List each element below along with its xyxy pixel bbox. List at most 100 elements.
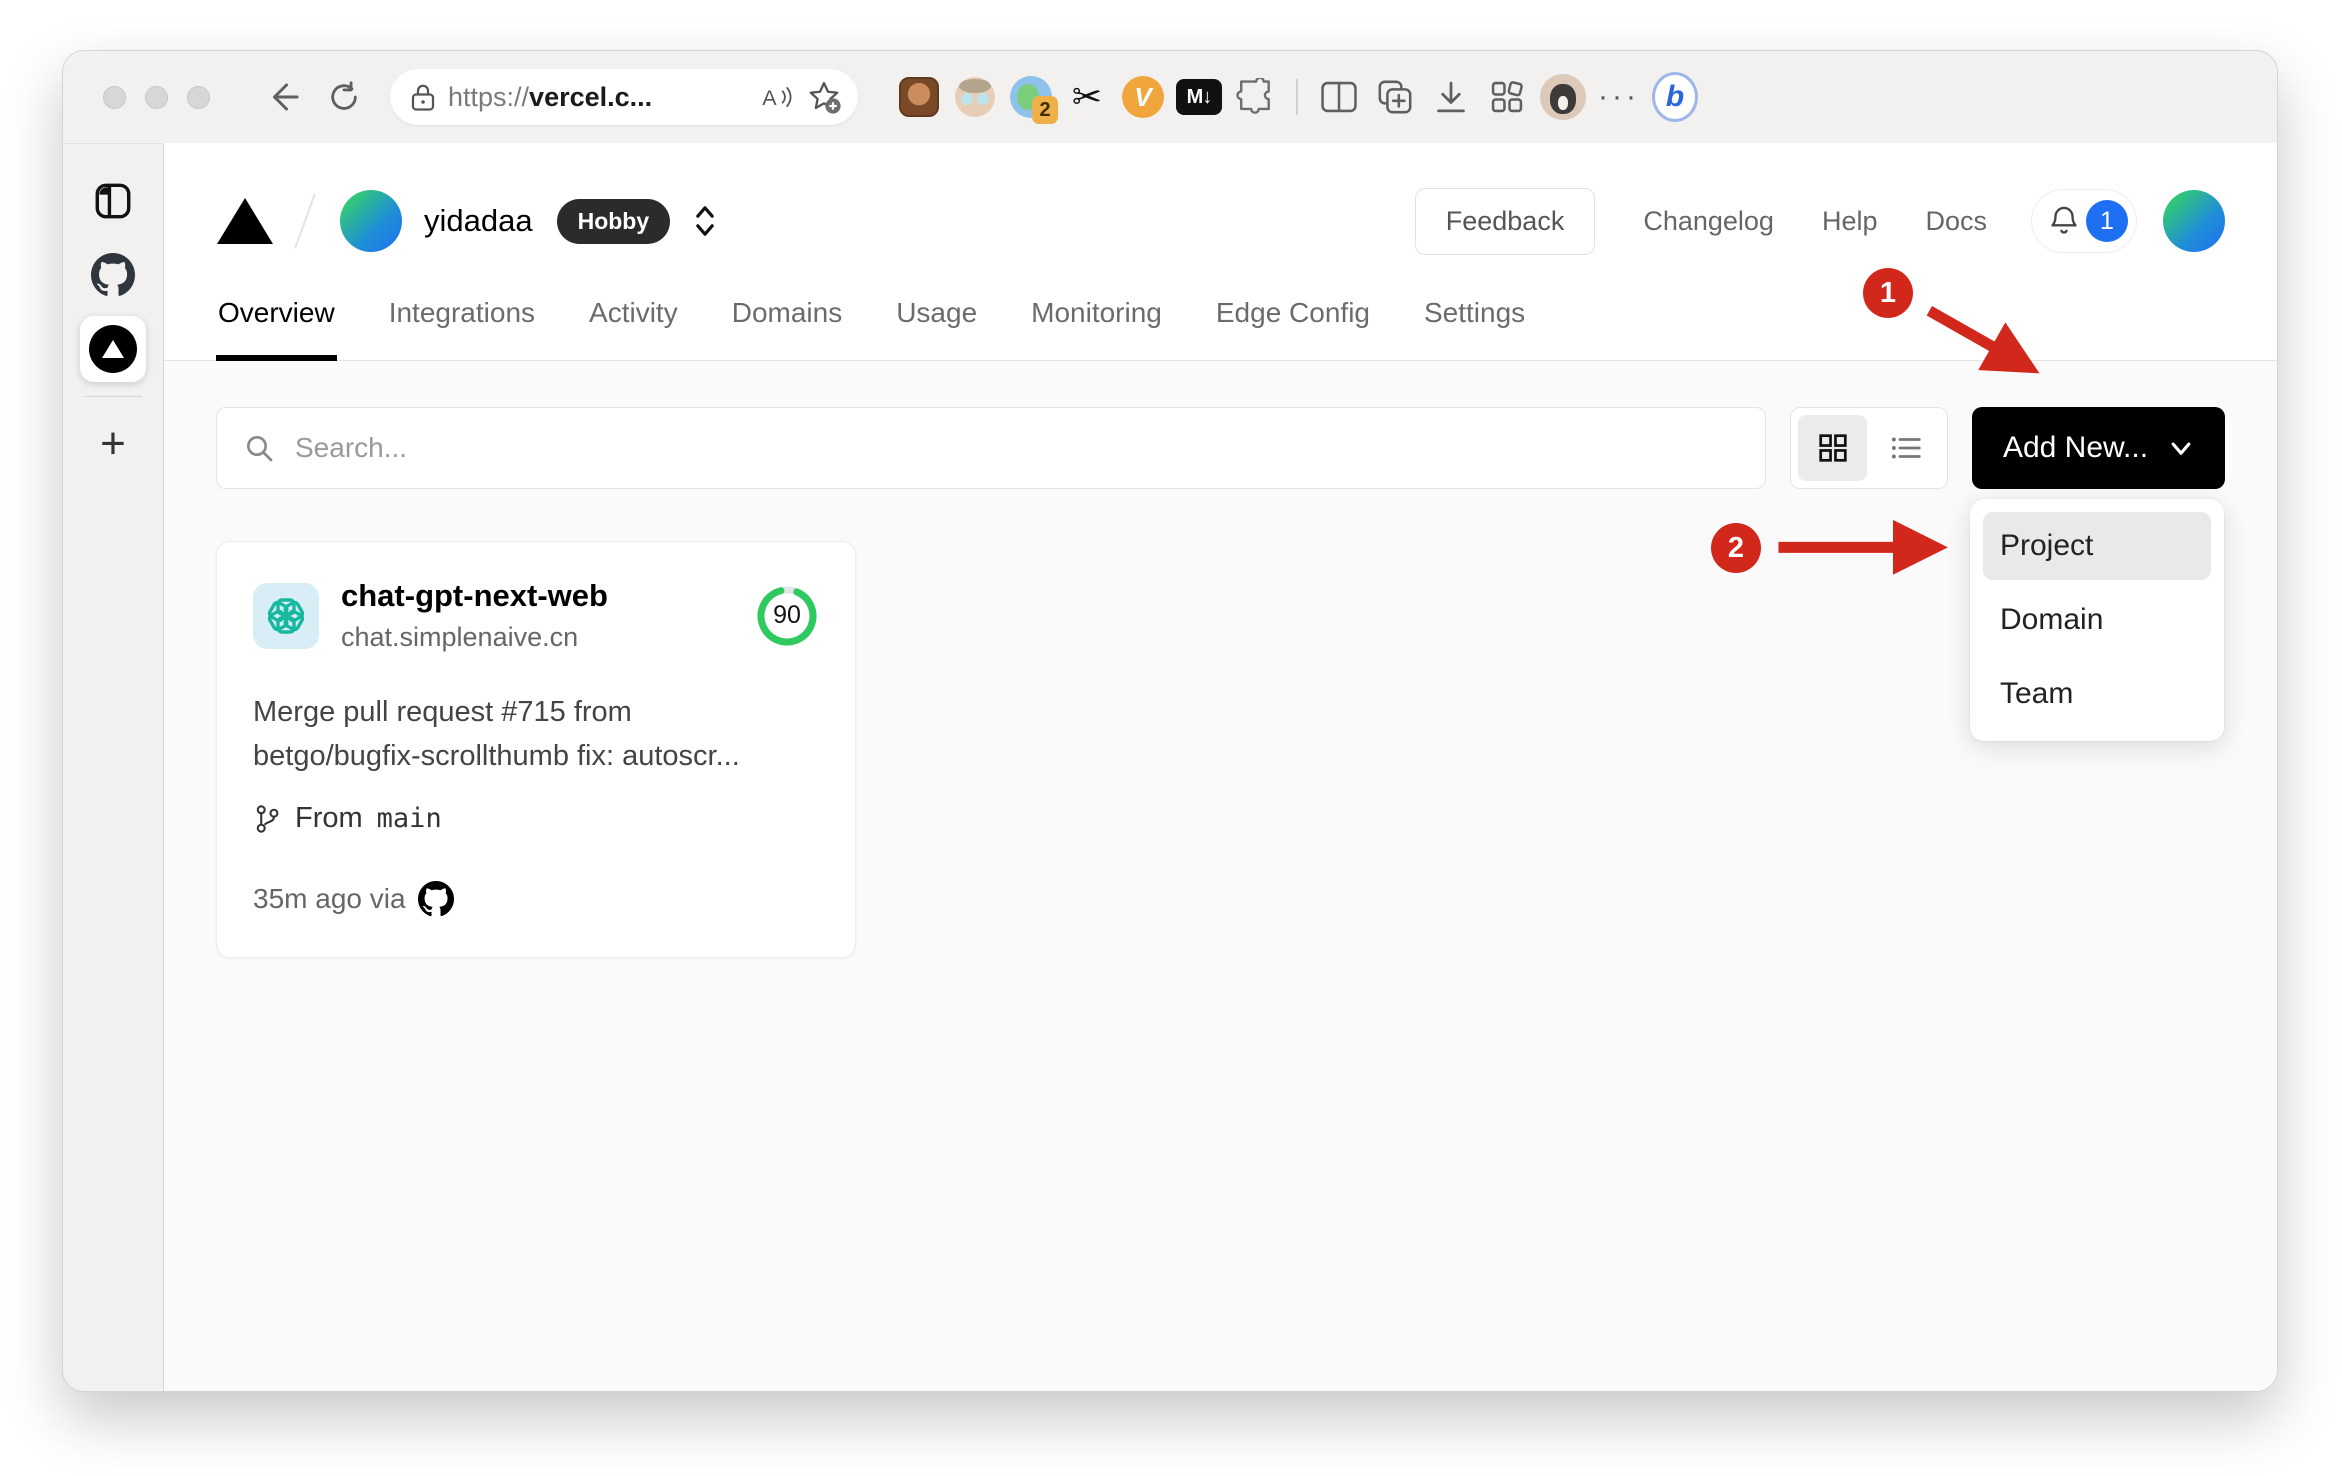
team-name[interactable]: yidadaa <box>424 203 533 239</box>
collections-add-icon <box>1378 80 1412 114</box>
project-titles: chat-gpt-next-web chat.simplenaive.cn <box>341 578 755 653</box>
apps-launcher-icon <box>1491 81 1523 113</box>
markdown-download-extension-button[interactable]: M↓ <box>1176 74 1222 120</box>
markdown-download-icon: M↓ <box>1176 79 1222 115</box>
user-avatar[interactable] <box>2163 190 2225 252</box>
toggle-tab-pane-button[interactable] <box>80 168 146 234</box>
tab-usage[interactable]: Usage <box>894 283 979 361</box>
grid-view-button[interactable] <box>1798 415 1867 481</box>
help-link[interactable]: Help <box>1822 206 1878 237</box>
tab-edge-config[interactable]: Edge Config <box>1214 283 1372 361</box>
search-input[interactable] <box>295 432 1739 464</box>
site-header: yidadaa Hobby Feedback Changelog Help Do… <box>164 143 2277 361</box>
project-card-top: chat-gpt-next-web chat.simplenaive.cn 90 <box>253 578 819 653</box>
team-switcher-button[interactable] <box>692 203 718 239</box>
vertical-tab-bar: + <box>63 143 164 1391</box>
search-box <box>216 407 1766 489</box>
address-bar[interactable]: https://vercel.c... A <box>390 69 858 125</box>
read-aloud-icon[interactable]: A <box>760 82 794 112</box>
chevron-updown-icon <box>696 206 714 236</box>
lock-icon <box>411 84 435 111</box>
apps-launcher-button[interactable] <box>1484 74 1530 120</box>
notification-count-badge: 1 <box>2086 200 2128 242</box>
window-body: + yidadaa Hobby Feedback Changelog Help … <box>63 143 2277 1391</box>
add-favorite-icon[interactable] <box>806 79 842 115</box>
proxy-badge: 2 <box>1032 96 1058 124</box>
tab-activity[interactable]: Activity <box>587 283 680 361</box>
project-card[interactable]: chat-gpt-next-web chat.simplenaive.cn 90 <box>216 541 856 958</box>
v-extension-button[interactable]: V <box>1120 74 1166 120</box>
tab-monitoring[interactable]: Monitoring <box>1029 283 1164 361</box>
controls-row: Add New... <box>216 407 2225 489</box>
feedback-button[interactable]: Feedback <box>1414 187 1596 255</box>
add-new-button[interactable]: Add New... <box>1972 407 2225 489</box>
tab-vercel-active[interactable] <box>80 316 146 382</box>
granny-icon <box>955 77 995 117</box>
commit-line-1: Merge pull request #715 from <box>253 696 632 728</box>
commit-line-2: betgo/bugfix-scrollthumb fix: autoscr... <box>253 739 740 772</box>
tab-integrations[interactable]: Integrations <box>387 283 537 361</box>
bing-chat-button[interactable]: b <box>1652 72 1698 122</box>
back-icon <box>273 83 299 111</box>
git-branch-icon <box>256 804 279 833</box>
new-tab-button[interactable]: + <box>80 411 146 477</box>
project-domain[interactable]: chat.simplenaive.cn <box>341 622 755 653</box>
toolbar-divider <box>1296 79 1298 115</box>
svg-text:A: A <box>762 86 777 110</box>
v-extension-icon: V <box>1122 76 1164 118</box>
score-ring[interactable]: 90 <box>755 584 819 648</box>
docs-link[interactable]: Docs <box>1925 206 1987 237</box>
browser-window: https://vercel.c... A 2 ✂ V M↓ ··· b + y… <box>62 50 2278 1392</box>
tab-settings[interactable]: Settings <box>1422 283 1527 361</box>
list-view-button[interactable] <box>1871 415 1940 481</box>
url-text: https://vercel.c... <box>448 81 653 112</box>
dropdown-item-domain[interactable]: Domain <box>1983 586 2211 654</box>
desktop-background: https://vercel.c... A 2 ✂ V M↓ ··· b + y… <box>0 0 2342 1476</box>
browser-profile-button[interactable] <box>1540 74 1586 120</box>
extensions-menu-button[interactable] <box>1232 74 1278 120</box>
tab-github[interactable] <box>80 242 146 308</box>
notifications-button[interactable]: 1 <box>2031 189 2137 253</box>
openai-logo-icon <box>267 597 305 634</box>
tab-overview[interactable]: Overview <box>216 283 337 361</box>
split-screen-button[interactable] <box>1316 74 1362 120</box>
clipper-extension-button[interactable]: ✂ <box>1064 74 1110 120</box>
more-options-button[interactable]: ··· <box>1596 74 1642 120</box>
download-icon <box>1437 81 1465 113</box>
vercel-logo[interactable] <box>216 196 274 246</box>
deploy-meta: 35m ago via <box>253 881 819 917</box>
grid-view-icon <box>1818 434 1847 462</box>
tab-domains[interactable]: Domains <box>730 283 844 361</box>
proxy-extension-button[interactable]: 2 <box>1008 74 1058 124</box>
project-name[interactable]: chat-gpt-next-web <box>341 578 755 614</box>
more-options-icon: ··· <box>1598 80 1640 113</box>
team-avatar[interactable] <box>340 190 402 252</box>
add-new-dropdown: Project Domain Team <box>1970 499 2224 741</box>
vercel-favicon <box>89 325 137 373</box>
commit-message[interactable]: Merge pull request #715 from betgo/bugfi… <box>253 691 819 778</box>
zoom-window-button[interactable] <box>187 85 210 109</box>
search-icon <box>247 436 273 462</box>
tampermonkey-extension-button[interactable] <box>896 74 942 120</box>
collections-button[interactable] <box>1372 74 1418 120</box>
annotation-step-1: 1 <box>1863 268 1913 318</box>
browser-toolbar: https://vercel.c... A 2 ✂ V M↓ ··· b <box>63 51 2277 143</box>
close-window-button[interactable] <box>103 85 126 109</box>
project-favicon-tile <box>253 582 319 649</box>
changelog-link[interactable]: Changelog <box>1643 206 1774 237</box>
dashboard-nav: Overview Integrations Activity Domains U… <box>216 283 2225 361</box>
refresh-button[interactable] <box>318 71 370 123</box>
minimize-window-button[interactable] <box>145 85 168 109</box>
branch-prefix: From <box>295 802 363 834</box>
breadcrumb-slash <box>294 193 316 249</box>
back-button[interactable] <box>256 71 308 123</box>
window-controls <box>103 85 210 109</box>
plus-icon: + <box>100 419 126 468</box>
chevron-down-icon <box>2171 442 2191 455</box>
dropdown-item-project[interactable]: Project <box>1983 512 2211 580</box>
dropdown-item-team[interactable]: Team <box>1983 660 2211 728</box>
granny-extension-button[interactable] <box>952 74 998 120</box>
downloads-button[interactable] <box>1428 74 1474 120</box>
plan-badge: Hobby <box>556 198 671 244</box>
github-icon <box>417 881 454 917</box>
